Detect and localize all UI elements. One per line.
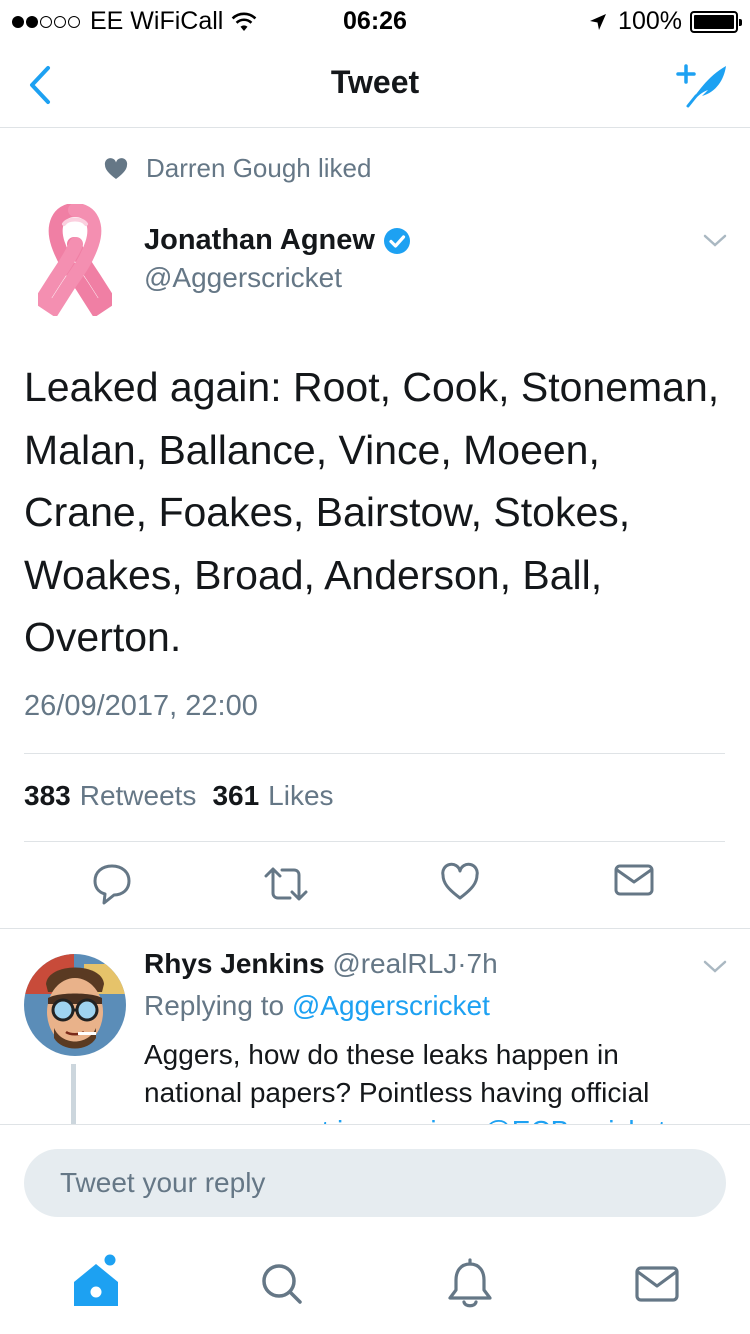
author-handle[interactable]: @Aggerscricket [144, 262, 342, 294]
reply-author-name[interactable]: Rhys Jenkins [144, 948, 325, 979]
page-title: Tweet [330, 64, 420, 100]
reply-text-line: national papers? Pointless having offici… [144, 1077, 650, 1108]
status-bar: EE WiFiCall 06:26 100% [0, 0, 750, 40]
social-context: Darren Gough liked [104, 153, 371, 184]
verified-badge-icon [383, 227, 410, 254]
nav-bar: Tweet [0, 40, 750, 128]
reply-options-button[interactable] [702, 958, 728, 981]
likes-label: Likes [268, 780, 334, 811]
reply-input[interactable]: Tweet your reply [24, 1149, 726, 1217]
reply-author-avatar[interactable] [24, 954, 126, 1056]
tab-search[interactable] [252, 1254, 312, 1314]
search-icon [262, 1264, 302, 1304]
tweet-actions [0, 862, 750, 908]
home-icon [74, 1254, 118, 1306]
tab-bar [0, 1244, 750, 1334]
heart-outline-icon [441, 862, 479, 900]
reply-header: Rhys Jenkins @realRLJ·7h [144, 948, 498, 980]
replying-to-label: Replying to [144, 990, 285, 1021]
chevron-down-icon [703, 960, 727, 973]
author-name-text: Jonathan Agnew [144, 224, 375, 256]
author-name[interactable]: Jonathan Agnew [144, 224, 411, 257]
tweet-options-button[interactable] [702, 232, 728, 255]
author-avatar[interactable] [32, 203, 118, 318]
compose-feather-icon [676, 64, 726, 108]
tab-home[interactable] [66, 1254, 126, 1314]
direct-message-button[interactable] [614, 862, 654, 908]
reply-text: Aggers, how do these leaks happen in nat… [144, 1036, 744, 1124]
tweet-stats: 383 Retweets 361 Likes [24, 780, 350, 812]
tweet-timestamp: 26/09/2017, 22:00 [24, 690, 258, 722]
status-right: 100% [588, 7, 742, 36]
like-button[interactable] [440, 862, 480, 908]
divider [24, 753, 725, 754]
reply-text-line: Aggers, how do these leaks happen in [144, 1039, 619, 1070]
envelope-icon [614, 864, 654, 896]
battery-icon [690, 10, 742, 33]
reply-text-line: announcement in morning. @ECB_cricket [144, 1112, 744, 1124]
thread-line [71, 1064, 76, 1124]
retweet-button[interactable] [262, 862, 310, 908]
likes-stat[interactable]: 361 Likes [212, 780, 333, 812]
tab-notifications[interactable] [440, 1254, 500, 1314]
heart-filled-icon [104, 157, 128, 179]
battery-percentage: 100% [618, 7, 682, 35]
reply-age: 7h [466, 948, 498, 979]
location-arrow-icon [590, 13, 607, 30]
retweets-label: Retweets [79, 780, 197, 811]
reply-bubble-icon [93, 864, 131, 905]
likes-count: 361 [212, 780, 260, 811]
social-context-text: Darren Gough liked [146, 153, 372, 183]
chevron-down-icon [703, 234, 727, 247]
reply-author-handle[interactable]: @realRLJ [332, 948, 457, 979]
tab-messages[interactable] [628, 1254, 688, 1314]
replying-to-mention[interactable]: @Aggerscricket [292, 990, 490, 1021]
retweets-stat[interactable]: 383 Retweets [24, 780, 196, 812]
cartoon-avatar-image [24, 954, 126, 1056]
tweet-text: Leaked again: Root, Cook, Stoneman, Mala… [24, 364, 720, 660]
retweet-icon [264, 867, 308, 901]
reply-button[interactable] [92, 862, 132, 908]
reply-separator: · [457, 948, 467, 979]
divider [24, 841, 725, 842]
pink-ribbon-icon [32, 203, 118, 318]
envelope-icon [635, 1266, 679, 1302]
reply-composer-bar: Tweet your reply [0, 1124, 750, 1244]
section-divider [0, 928, 750, 929]
retweets-count: 383 [24, 780, 71, 811]
replying-to: Replying to @Aggerscricket [144, 990, 490, 1022]
bell-icon [448, 1258, 492, 1308]
compose-tweet-button[interactable] [674, 58, 730, 110]
